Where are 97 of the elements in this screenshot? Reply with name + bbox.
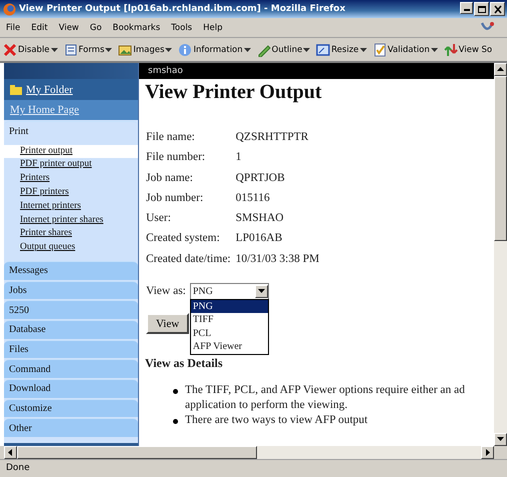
caret-icon [50, 48, 58, 52]
close-button[interactable] [490, 2, 505, 16]
folder-icon [10, 84, 22, 94]
field-label: Job number: [146, 190, 204, 206]
scroll-left-button[interactable] [4, 446, 17, 459]
sidebar-tab[interactable]: Files [4, 340, 138, 358]
user-name: smshao [148, 66, 183, 76]
scroll-up-button[interactable] [494, 63, 507, 76]
window-title: View Printer Output [lp016ab.rchland.ibm.com] - Mozilla Firefox [19, 4, 346, 14]
bullet-text: application to perform the viewing. [185, 398, 349, 414]
toolbar-button[interactable]: Information [178, 42, 251, 56]
scroll-right-button[interactable] [481, 446, 494, 459]
close-icon [492, 4, 502, 14]
status-text: Done [0, 459, 507, 477]
x-icon [3, 42, 17, 56]
pencil-icon [256, 42, 271, 56]
sidebar-link[interactable]: Printers [4, 172, 138, 186]
maximize-button[interactable] [474, 2, 489, 16]
page-title: View Printer Output [144, 81, 323, 105]
caret-icon [258, 289, 265, 294]
toolbar-button[interactable]: Disable [3, 42, 58, 56]
dropdown-option[interactable]: PCL [190, 326, 268, 340]
dropdown-option[interactable]: TIFF [190, 313, 268, 327]
toolbar-button[interactable]: Images [118, 42, 172, 56]
menu-item[interactable]: Bookmarks [112, 22, 160, 32]
window-icon [316, 42, 330, 56]
minimize-icon [464, 9, 470, 11]
caret-icon [165, 48, 172, 52]
field-value: QPRTJOB [236, 170, 286, 186]
sidebar-item[interactable]: My Folder [4, 78, 138, 100]
caret-icon [360, 48, 367, 52]
caret-icon [303, 48, 310, 52]
caret-icon [244, 48, 251, 52]
menu-item[interactable]: File [6, 22, 20, 32]
menu-item[interactable]: Edit [31, 22, 48, 32]
scroll-down-button[interactable] [494, 433, 507, 446]
field-label: User: [146, 211, 172, 226]
up-arrow-icon [496, 65, 505, 74]
field-label: File name: [146, 130, 196, 145]
menu-item[interactable]: Tools [171, 22, 192, 32]
menu-item[interactable]: Help [203, 22, 223, 32]
toolbar-button[interactable]: Validation [372, 42, 438, 56]
sidebar-tab[interactable]: Download [4, 379, 138, 398]
sidebar-link[interactable]: Output queues [4, 241, 138, 255]
menu-item[interactable]: Go [90, 22, 102, 32]
sidebar-tab[interactable]: Other [4, 418, 138, 438]
sidebar-tab[interactable]: Messages [4, 260, 138, 280]
sidebar-link[interactable]: Internet printer shares [4, 214, 138, 228]
bullet-icon [173, 389, 178, 394]
field-value: 10/31/03 3:38 PM [236, 252, 320, 267]
sidebar-tab[interactable]: Customize [4, 398, 138, 418]
sidebar-link[interactable]: PDF printer output [4, 158, 138, 172]
section-heading: View as Details [144, 356, 224, 372]
toolbar-button[interactable]: Resize [316, 42, 367, 56]
sidebar-tab[interactable]: Database [4, 320, 138, 339]
maximize-icon [476, 4, 486, 14]
view-button[interactable]: View [146, 313, 190, 334]
bullet-text: There are two ways to view AFP output [185, 413, 368, 428]
field-label: Created system: [146, 231, 221, 246]
arrows-icon [444, 42, 458, 56]
sidebar-link[interactable]: Printer shares [4, 227, 138, 242]
field-label: File number: [146, 150, 206, 166]
minimize-button[interactable] [460, 2, 473, 14]
bullet-text: The TIFF, PCL, and AFP Viewer options require either an ad [185, 383, 465, 398]
dropdown-button[interactable] [254, 284, 268, 298]
sidebar-tab[interactable]: Command [4, 359, 138, 378]
sidebar-tab[interactable]: Jobs [4, 280, 138, 300]
field-label: View as: [146, 285, 186, 298]
field-label: Created date/time: [146, 252, 231, 267]
sidebar-link[interactable]: Internet printers [4, 200, 138, 214]
dropdown-option[interactable]: PNG [190, 300, 268, 314]
field-value: 015116 [236, 190, 271, 206]
right-arrow-icon [483, 448, 492, 457]
scroll-thumb[interactable] [17, 446, 257, 459]
sidebar-tab[interactable]: 5250 [4, 300, 138, 319]
left-arrow-icon [6, 448, 15, 457]
form-icon [64, 42, 78, 56]
sidebar-link[interactable]: Printer output [4, 144, 138, 158]
info-icon [178, 42, 192, 56]
bullet-icon [173, 419, 178, 424]
sidebar-link[interactable]: PDF printers [4, 186, 138, 200]
scroll-thumb[interactable] [494, 76, 507, 241]
field-value: LP016AB [236, 231, 284, 246]
toolbar-button[interactable]: Outline [256, 42, 310, 56]
field-value: SMSHAO [236, 211, 285, 226]
toolbar-button[interactable]: Forms [64, 42, 112, 56]
caret-icon [430, 48, 438, 52]
menu-item[interactable]: View [58, 22, 79, 32]
checklist-icon [372, 42, 387, 56]
caret-icon [105, 48, 112, 52]
dropdown-option[interactable]: AFP Viewer [190, 340, 268, 354]
field-value: 1 [236, 150, 242, 166]
field-label: Job name: [146, 170, 194, 186]
globe-icon [3, 2, 16, 16]
toolbar-button[interactable]: View So [444, 42, 492, 56]
image-icon [118, 42, 132, 56]
field-value: QZSRHTTPTR [236, 130, 310, 145]
